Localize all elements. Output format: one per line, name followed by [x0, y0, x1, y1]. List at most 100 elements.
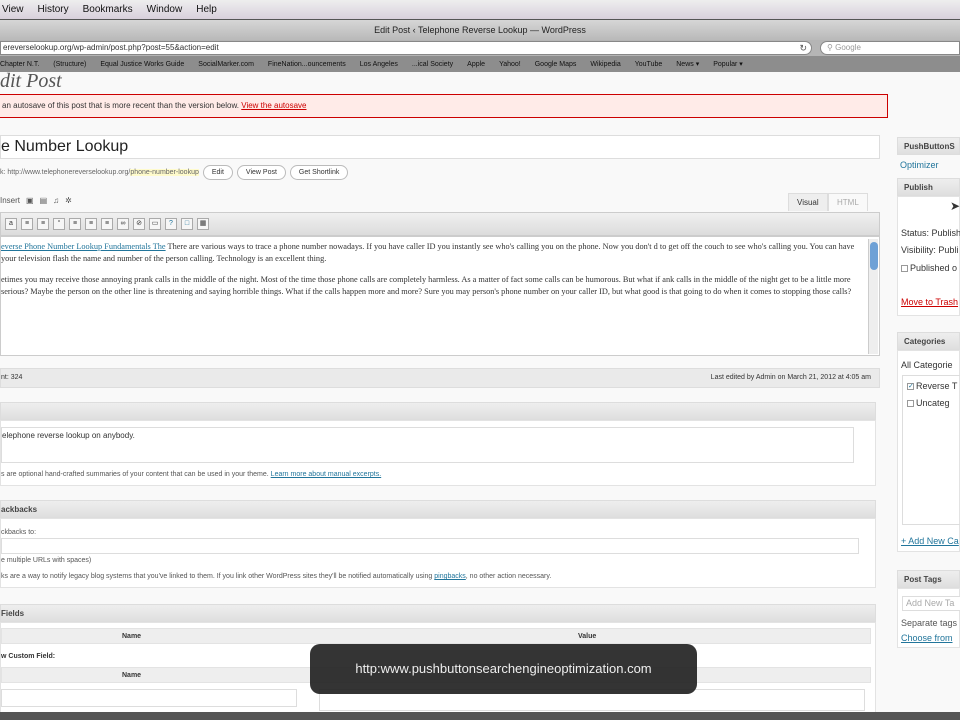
add-media-icon[interactable]: ✲	[65, 196, 72, 205]
category-label: Reverse T	[916, 381, 958, 391]
bullet-list-icon[interactable]: ≡	[21, 218, 33, 230]
search-field[interactable]: ⚲ Google	[820, 41, 960, 55]
fullscreen-icon[interactable]: □	[181, 218, 193, 230]
pushbutton-plugin-header[interactable]: PushButtonS	[897, 137, 960, 155]
edit-permalink-button[interactable]: Edit	[202, 165, 233, 180]
custom-field-name-input[interactable]	[1, 689, 297, 707]
excerpt-learn-more-link[interactable]: Learn more about manual excerpts.	[271, 471, 382, 478]
editor-toolbar: a ≡ ≡ “ ≡ ≡ ≡ ∞ ⊘ ▭ ? □ ▦	[0, 212, 880, 236]
bookmark-item[interactable]: Yahoo!	[499, 61, 521, 68]
calendar-icon	[901, 265, 908, 273]
col-name: Name	[122, 633, 142, 640]
bookmark-item[interactable]: Apple	[467, 61, 485, 68]
tab-html[interactable]: HTML	[828, 193, 868, 211]
autosave-notice: an autosave of this post that is more re…	[0, 94, 888, 118]
trackbacks-label: ckbacks to:	[1, 529, 37, 536]
bookmark-item[interactable]: Equal Justice Works Guide	[100, 61, 184, 68]
choose-tags-link[interactable]: Choose from	[898, 633, 953, 644]
scrollbar-thumb[interactable]	[870, 242, 878, 270]
align-left-icon[interactable]: ≡	[69, 218, 81, 230]
mac-menu-bar: View History Bookmarks Window Help	[0, 0, 960, 20]
all-categories-tab[interactable]: All Categorie	[898, 360, 953, 371]
get-shortlink-button[interactable]: Get Shortlink	[289, 165, 349, 180]
link-icon[interactable]: ∞	[117, 218, 129, 230]
bookmark-item[interactable]: YouTube	[635, 61, 663, 68]
spellcheck-icon[interactable]: ?	[165, 218, 177, 230]
numbered-list-icon[interactable]: ≡	[37, 218, 49, 230]
menu-window[interactable]: Window	[147, 4, 183, 15]
view-post-button[interactable]: View Post	[236, 165, 286, 180]
excerpt-header[interactable]	[0, 402, 876, 420]
excerpt-box: elephone reverse lookup on anybody. s ar…	[0, 420, 876, 486]
bookmark-item[interactable]: Chapter N.T.	[0, 61, 39, 68]
category-label: Uncateg	[916, 398, 950, 408]
tags-hint: Separate tags	[901, 618, 958, 628]
tab-visual[interactable]: Visual	[788, 193, 828, 211]
category-uncategorized[interactable]: Uncateg	[903, 398, 950, 409]
unlink-icon[interactable]: ⊘	[133, 218, 145, 230]
categories-header[interactable]: Categories	[897, 332, 960, 350]
bottom-edge	[0, 712, 960, 720]
bookmarks-bar: Chapter N.T. (Structure) Equal Justice Wor…	[0, 56, 960, 72]
checkbox-checked[interactable]: ✓	[907, 383, 914, 391]
menu-history[interactable]: History	[38, 4, 69, 15]
menu-help[interactable]: Help	[196, 4, 217, 15]
editor-scrollbar[interactable]	[868, 239, 878, 354]
bookmark-item[interactable]: Google Maps	[535, 61, 577, 68]
align-right-icon[interactable]: ≡	[101, 218, 113, 230]
move-to-trash-link[interactable]: Move to Trash	[898, 297, 958, 308]
permalink-slug[interactable]: phone-number-lookup	[130, 169, 199, 176]
add-image-icon[interactable]: ▣	[26, 196, 34, 205]
excerpt-textarea[interactable]: elephone reverse lookup on anybody.	[1, 427, 854, 463]
trackbacks-box: ckbacks to: e multiple URLs with spaces)…	[0, 518, 876, 588]
bookmark-item[interactable]: SocialMarker.com	[198, 61, 254, 68]
checkbox[interactable]	[907, 400, 914, 408]
url-field[interactable]: ereverselookup.org/wp-admin/post.php?pos…	[0, 41, 812, 55]
bookmark-item[interactable]: Popular ▾	[713, 60, 743, 68]
post-tags-box: Add New Ta Separate tags Choose from	[897, 588, 960, 648]
category-reverse[interactable]: ✓ Reverse T	[903, 381, 957, 392]
add-video-icon[interactable]: ▤	[40, 196, 48, 205]
publish-header[interactable]: Publish	[897, 178, 960, 196]
blockquote-icon[interactable]: “	[53, 218, 65, 230]
post-visibility: Visibility: Publi	[901, 245, 959, 255]
tags-input[interactable]: Add New Ta	[902, 596, 960, 611]
category-list: ✓ Reverse T Uncateg	[902, 375, 960, 525]
editor-status-bar: nt: 324 Last edited by Admin on March 21…	[0, 368, 880, 388]
publish-box: ➤ Status: Publish Visibility: Publi Publ…	[897, 196, 960, 316]
strikethrough-icon[interactable]: a	[5, 218, 17, 230]
custom-fields-header[interactable]: Fields	[0, 604, 876, 622]
bookmark-item[interactable]: ...ical Society	[412, 61, 453, 68]
published-on-text: Published o	[910, 263, 958, 273]
post-tags-header[interactable]: Post Tags	[897, 570, 960, 588]
custom-fields-table-header: Name Value	[1, 628, 871, 644]
align-center-icon[interactable]: ≡	[85, 218, 97, 230]
more-tag-icon[interactable]: ▭	[149, 218, 161, 230]
trackbacks-help-text: ks are a way to notify legacy blog syste…	[1, 573, 433, 580]
excerpt-help-text: s are optional hand-crafted summaries of…	[1, 471, 269, 478]
trackbacks-help-end: , no other action necessary.	[465, 573, 552, 580]
kitchen-sink-icon[interactable]: ▦	[197, 218, 209, 230]
menu-view[interactable]: View	[2, 4, 24, 15]
bookmark-item[interactable]: FineNation...ouncements	[268, 61, 346, 68]
content-link[interactable]: everse Phone Number Lookup Fundamentals …	[1, 242, 166, 251]
menu-bookmarks[interactable]: Bookmarks	[83, 4, 133, 15]
add-audio-icon[interactable]: ♫	[53, 196, 59, 205]
bookmark-item[interactable]: Los Angeles	[360, 61, 398, 68]
bookmark-item[interactable]: News ▾	[676, 60, 699, 68]
optimizer-link[interactable]: Optimizer	[897, 160, 939, 171]
bookmark-item[interactable]: Wikipedia	[590, 61, 620, 68]
post-content-editor[interactable]: everse Phone Number Lookup Fundamentals …	[0, 236, 880, 356]
trackbacks-header[interactable]: ackbacks	[0, 500, 876, 518]
pingbacks-link[interactable]: pingbacks	[434, 573, 466, 580]
add-new-category-link[interactable]: + Add New Ca	[898, 536, 959, 547]
bookmark-item[interactable]: (Structure)	[53, 61, 86, 68]
permalink-prefix: k: http://www.telephonereverselookup.org…	[0, 169, 131, 176]
view-autosave-link[interactable]: View the autosave	[241, 101, 306, 110]
reload-icon[interactable]: ↻	[799, 42, 807, 54]
mouse-cursor-icon: ➤	[950, 199, 960, 213]
trackbacks-help: ks are a way to notify legacy blog syste…	[1, 573, 551, 580]
col-name-2: Name	[122, 672, 142, 679]
trackbacks-input[interactable]	[1, 538, 859, 554]
post-title-input[interactable]: e Number Lookup	[0, 135, 880, 159]
